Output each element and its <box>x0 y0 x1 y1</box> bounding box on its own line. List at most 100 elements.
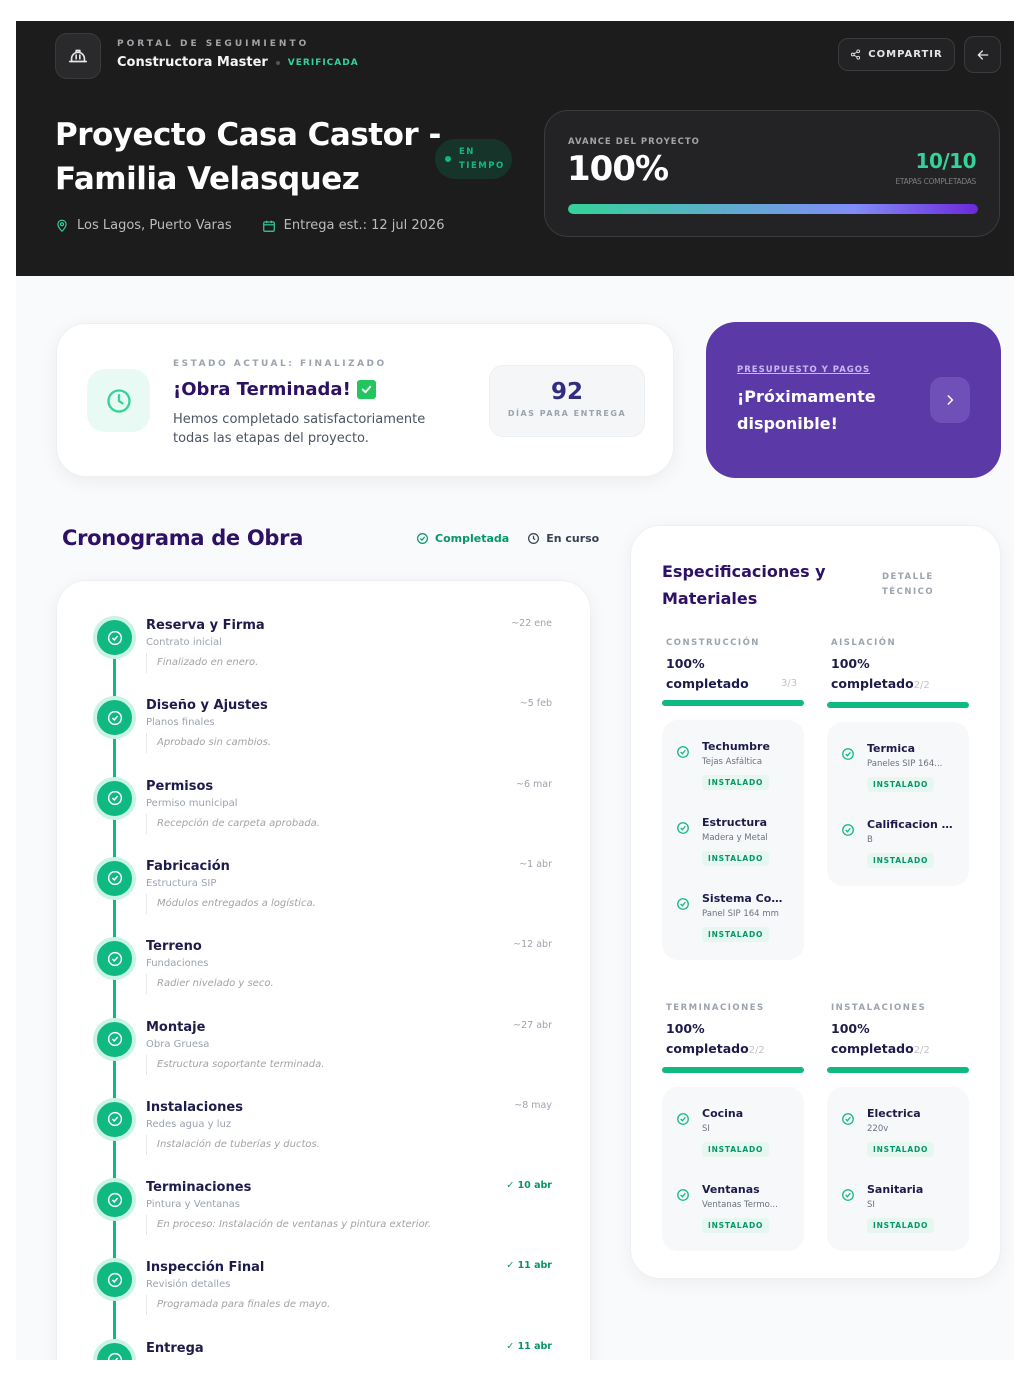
spec-category-status-text: 100% completado <box>666 1021 749 1056</box>
spec-item[interactable]: Ventanas Ventanas Termo... INSTALADO <box>662 1169 804 1245</box>
check-circle-icon <box>93 696 136 740</box>
check-mark-icon <box>356 380 376 399</box>
timeline-item[interactable]: Fabricación Estructura SIP Módulos entrega… <box>57 856 592 937</box>
timeline-item-title: Permisos <box>146 778 214 794</box>
timeline-item[interactable]: Instalaciones Redes agua y luz Instalación… <box>57 1097 592 1178</box>
check-circle-icon <box>676 820 690 839</box>
check-circle-icon <box>841 822 855 841</box>
timeline-item[interactable]: Terminaciones Pintura y Ventanas En proces… <box>57 1178 592 1258</box>
timeline-card: Reserva y Firma Contrato inicial Finalizad… <box>56 580 591 1360</box>
timeline-item-title: Terminaciones <box>146 1180 252 1196</box>
timeline-item-note: Estructura soportante terminada. <box>146 1054 324 1075</box>
spec-item[interactable]: Termica Paneles SIP 164... INSTALADO <box>827 728 969 804</box>
share-label: COMPARTIR <box>868 49 943 60</box>
check-circle-icon <box>676 1111 690 1130</box>
spec-item-detail: 220v <box>867 1124 889 1134</box>
separator-dot <box>275 60 280 65</box>
spec-item-name: Electrica <box>867 1107 921 1120</box>
spec-category-label: TERMINACIONES <box>666 1003 765 1013</box>
spec-category-status: 100% completado2/2 <box>831 1019 969 1061</box>
timeline-item[interactable]: Terreno Fundaciones Radier nivelado y seco… <box>57 937 592 1017</box>
status-title-text: ¡Obra Terminada! <box>173 379 351 400</box>
timeline-item[interactable]: Montaje Obra Gruesa Estructura soportante … <box>57 1017 592 1098</box>
spec-category-bar <box>827 1067 969 1073</box>
budget-label[interactable]: PRESUPUESTO Y PAGOS <box>737 365 870 375</box>
installed-badge: INSTALADO <box>702 851 770 866</box>
spec-item[interactable]: Calificacion E... B INSTALADO <box>827 804 969 880</box>
timeline-item[interactable]: Diseño y Ajustes Planos finales Aprobado s… <box>57 696 592 776</box>
status-pill-label: EN TIEMPO <box>459 147 505 171</box>
days-number: 92 <box>550 379 583 405</box>
installed-badge: INSTALADO <box>867 853 935 868</box>
timeline-item-title: Reserva y Firma <box>146 618 265 633</box>
share-button[interactable]: COMPARTIR <box>838 38 955 71</box>
spec-item[interactable]: Estructura Madera y Metal INSTALADO <box>662 802 804 878</box>
timeline-item-subtitle: Pintura y Ventanas <box>146 1199 240 1211</box>
progress-value: 100% <box>567 149 669 189</box>
spec-items-list: Termica Paneles SIP 164... INSTALADO Califi… <box>827 722 969 886</box>
chevron-right-icon <box>947 395 954 405</box>
spec-item[interactable]: Sanitaria SI INSTALADO <box>827 1169 969 1245</box>
timeline-item-date: ~27 abr <box>513 1019 552 1031</box>
installed-badge: INSTALADO <box>867 1142 935 1157</box>
specs-title: Especificaciones y Materiales <box>662 562 826 608</box>
spec-category: CONSTRUCCIÓN 100% completado 3/3 Techumbre T… <box>662 638 804 960</box>
installed-badge: INSTALADO <box>702 1218 770 1233</box>
budget-arrow-button[interactable] <box>930 377 970 423</box>
spec-category-count: 2/2 <box>913 1045 930 1056</box>
timeline-item-date: ~5 feb <box>519 698 552 710</box>
spec-category-count: 2/2 <box>913 680 930 691</box>
specs-tag: DETALLE TÉCNICO <box>882 572 935 597</box>
check-circle-icon <box>93 776 136 820</box>
timeline-item[interactable]: Entrega ✓ 11 abr <box>57 1338 592 1360</box>
timeline-item[interactable]: Inspección Final Revisión detalles Program… <box>57 1258 592 1338</box>
installed-badge: INSTALADO <box>702 927 770 942</box>
check-circle-icon <box>676 744 690 763</box>
budget-text: ¡Próximamente disponible! <box>737 387 876 433</box>
timeline-item-subtitle: Permiso municipal <box>146 797 238 809</box>
timeline-item-subtitle: Redes agua y luz <box>146 1118 232 1130</box>
timeline-item[interactable]: Reserva y Firma Contrato inicial Finalizad… <box>57 616 592 696</box>
status-label: ESTADO ACTUAL: FINALIZADO <box>173 359 387 369</box>
check-circle-icon <box>93 616 136 659</box>
check-circle-icon <box>676 896 690 915</box>
spec-item-name: Sanitaria <box>867 1183 924 1196</box>
status-card: ESTADO ACTUAL: FINALIZADO ¡Obra Terminad… <box>56 323 674 477</box>
timeline-item-subtitle: Estructura SIP <box>146 877 217 889</box>
stages-count: 10/10 <box>915 149 977 173</box>
timeline-item-note: En proceso: Instalación de ventanas y pi… <box>146 1215 431 1236</box>
progress-bar <box>568 204 978 214</box>
budget-card[interactable]: PRESUPUESTO Y PAGOS ¡Próximamente dispon… <box>706 322 1001 478</box>
timeline-item-title: Montaje <box>146 1019 206 1035</box>
spec-item[interactable]: Cocina SI INSTALADO <box>662 1093 804 1169</box>
map-pin-icon <box>57 219 67 232</box>
timeline-item[interactable]: Permisos Permiso municipal Recepción de ca… <box>57 776 592 857</box>
timeline-item-title: Instalaciones <box>146 1099 243 1115</box>
timeline-legend: Completada En curso <box>416 532 599 545</box>
progress-bar-fill <box>568 204 978 214</box>
page: PORTAL DE SEGUIMIENTO Constructora Maste… <box>16 21 1014 1360</box>
header: PORTAL DE SEGUIMIENTO Constructora Maste… <box>16 21 1014 276</box>
clock-small-icon <box>528 533 540 544</box>
spec-item[interactable]: Sistema Cons... Panel SIP 164 mm INSTALADO <box>662 878 804 954</box>
timeline-item-note: Radier nivelado y seco. <box>146 974 274 995</box>
installed-badge: INSTALADO <box>867 777 935 792</box>
timeline-item-title: Inspección Final <box>146 1260 265 1276</box>
status-dot <box>445 156 451 162</box>
timeline-item-subtitle: Fundaciones <box>146 958 209 970</box>
project-title: Proyecto Casa Castor - Familia Velasquez <box>55 117 441 197</box>
spec-item[interactable]: Electrica 220v INSTALADO <box>827 1093 969 1169</box>
check-circle-icon <box>676 1187 690 1206</box>
spec-item-detail: Madera y Metal <box>702 833 768 843</box>
spec-item[interactable]: Techumbre Tejas Asfáltica INSTALADO <box>662 726 804 802</box>
timeline-item-subtitle: Planos finales <box>146 717 215 729</box>
timeline-item-note: Aprobado sin cambios. <box>146 733 271 754</box>
installed-badge: INSTALADO <box>702 775 770 790</box>
timeline-item-title: Fabricación <box>146 858 230 874</box>
spec-item-detail: Paneles SIP 164... <box>867 759 943 769</box>
spec-items-list: Electrica 220v INSTALADO Sanitaria SI INSTALA… <box>827 1087 969 1251</box>
back-button[interactable] <box>964 36 1001 73</box>
timeline-item-date: ~6 mar <box>515 778 552 790</box>
delivery-text: Entrega est.: 12 jul 2026 <box>283 218 445 233</box>
installed-badge: INSTALADO <box>867 1218 935 1233</box>
